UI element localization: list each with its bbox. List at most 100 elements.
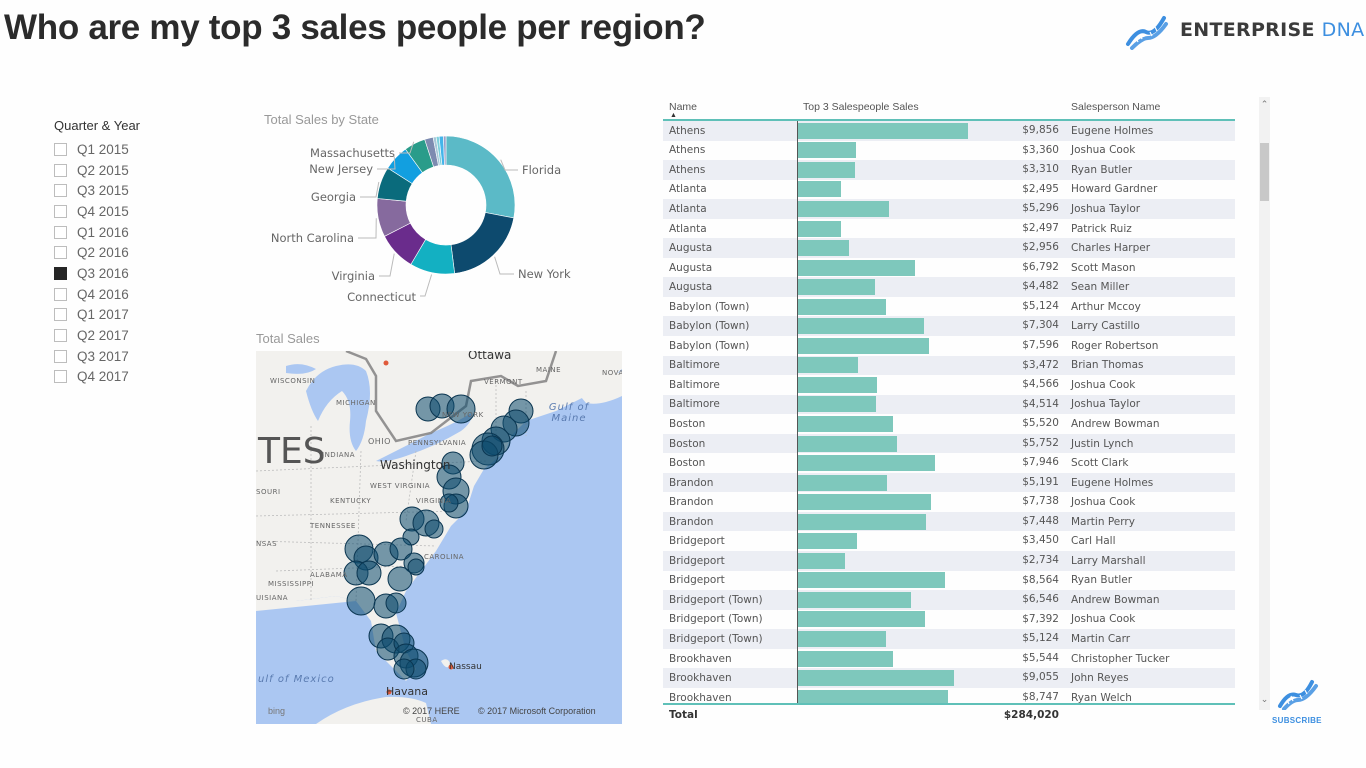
column-header-sales[interactable]: Top 3 Salespeople Sales [797, 97, 1065, 119]
column-header-salesperson[interactable]: Salesperson Name [1065, 97, 1235, 119]
sales-bar [798, 240, 849, 257]
slicer-item[interactable]: Q3 2016 [54, 263, 140, 284]
cell-salesperson: Carl Hall [1071, 535, 1116, 548]
table-row[interactable]: Atlanta $2,495 Howard Gardner [663, 179, 1235, 200]
slicer-item[interactable]: Q2 2016 [54, 242, 140, 263]
checkbox[interactable] [54, 142, 67, 156]
cell-sales: $9,055 [797, 668, 1065, 688]
cell-sales: $5,296 [797, 199, 1065, 219]
table-row[interactable]: Baltimore $3,472 Brian Thomas [663, 355, 1235, 376]
checkbox[interactable] [54, 266, 67, 280]
table-row[interactable]: Boston $5,520 Andrew Bowman [663, 414, 1235, 434]
table-row[interactable]: Babylon (Town) $7,304 Larry Castillo [663, 316, 1235, 337]
checkbox[interactable] [54, 370, 67, 384]
cell-name: Baltimore [669, 359, 720, 372]
cell-name: Brandon [669, 515, 714, 528]
table-row[interactable]: Athens $9,856 Eugene Holmes [663, 121, 1235, 141]
sales-bubble[interactable] [407, 558, 425, 576]
scroll-down-button[interactable]: ⌄ [1259, 694, 1270, 708]
cell-salesperson: Scott Mason [1071, 261, 1136, 274]
total-value: $284,020 [1003, 709, 1059, 721]
table-row[interactable]: Babylon (Town) $5,124 Arthur Mccoy [663, 296, 1235, 317]
total-sales-by-state-donut[interactable]: Florida New York Connecticut Virginia North … [250, 130, 590, 310]
table-scrollbar[interactable]: ⌃ ⌄ [1259, 97, 1270, 710]
checkbox[interactable] [54, 287, 67, 301]
table-row[interactable]: Baltimore $4,514 Joshua Taylor [663, 394, 1235, 415]
checkbox[interactable] [54, 204, 67, 218]
table-row[interactable]: Babylon (Town) $7,596 Roger Robertson [663, 336, 1235, 356]
map-label-tennessee: TENNESSEE [310, 522, 356, 530]
table-row[interactable]: Brandon $7,448 Martin Perry [663, 511, 1235, 532]
sales-bubble[interactable] [385, 592, 407, 614]
table-row[interactable]: Boston $7,946 Scott Clark [663, 453, 1235, 473]
slicer-item[interactable]: Q3 2015 [54, 180, 140, 201]
table-row[interactable]: Baltimore $4,566 Joshua Cook [663, 375, 1235, 395]
sales-value: $2,495 [1022, 182, 1059, 195]
donut-slice-florida[interactable] [445, 135, 516, 219]
slicer-item[interactable]: Q4 2017 [54, 367, 140, 388]
scroll-up-button[interactable]: ⌃ [1259, 99, 1270, 113]
table-row[interactable]: Augusta $2,956 Charles Harper [663, 238, 1235, 258]
sales-bubble[interactable] [393, 658, 415, 680]
table-row[interactable]: Brookhaven $8,747 Ryan Welch [663, 687, 1235, 703]
table-row[interactable]: Boston $5,752 Justin Lynch [663, 433, 1235, 454]
checkbox[interactable] [54, 349, 67, 363]
sales-value: $7,946 [1022, 456, 1059, 469]
total-sales-map[interactable]: Ottawa Washington Nassau Havana TES WISC… [256, 351, 622, 724]
slicer-item[interactable]: Q4 2016 [54, 284, 140, 305]
map-label-ottawa: Ottawa [468, 351, 512, 362]
cell-sales: $7,596 [797, 336, 1065, 356]
cell-sales: $5,124 [797, 629, 1065, 649]
table-row[interactable]: Brandon $7,738 Joshua Cook [663, 492, 1235, 512]
table-row[interactable]: Bridgeport $3,450 Carl Hall [663, 531, 1235, 552]
subscribe-button[interactable]: SUBSCRIBE [1272, 676, 1322, 725]
donut-slice-new-york[interactable] [450, 212, 515, 274]
cell-sales: $8,564 [797, 570, 1065, 591]
slicer-item[interactable]: Q4 2015 [54, 201, 140, 222]
table-row[interactable]: Atlanta $5,296 Joshua Taylor [663, 199, 1235, 219]
sales-bubble[interactable] [481, 435, 503, 457]
checkbox[interactable] [54, 246, 67, 260]
sales-value: $4,482 [1022, 280, 1059, 293]
table-row[interactable]: Brookhaven $9,055 John Reyes [663, 668, 1235, 688]
slicer-item[interactable]: Q3 2017 [54, 346, 140, 367]
sales-bar [798, 337, 929, 354]
column-header-name[interactable]: Name [663, 97, 797, 119]
table-row[interactable]: Bridgeport (Town) $6,546 Andrew Bowman [663, 590, 1235, 610]
checkbox[interactable] [54, 184, 67, 198]
cell-name: Brookhaven [669, 652, 732, 665]
sales-value: $2,734 [1022, 554, 1059, 567]
table-row[interactable]: Augusta $6,792 Scott Mason [663, 257, 1235, 278]
table-row[interactable]: Brandon $5,191 Eugene Holmes [663, 472, 1235, 493]
sales-bubble[interactable] [356, 560, 382, 586]
sales-bubble[interactable] [346, 586, 376, 616]
checkbox[interactable] [54, 163, 67, 177]
cell-sales: $3,450 [797, 531, 1065, 552]
table-row[interactable]: Brookhaven $5,544 Christopher Tucker [663, 648, 1235, 669]
table-row[interactable]: Bridgeport $8,564 Ryan Butler [663, 570, 1235, 591]
slicer-item[interactable]: Q1 2016 [54, 222, 140, 243]
slicer-item-label: Q1 2017 [77, 307, 129, 323]
scroll-thumb[interactable] [1260, 143, 1269, 201]
checkbox[interactable] [54, 308, 67, 322]
map-label-carolina: CAROLINA [424, 553, 465, 561]
table-row[interactable]: Atlanta $2,497 Patrick Ruiz [663, 218, 1235, 239]
cell-sales: $2,956 [797, 238, 1065, 258]
table-row[interactable]: Bridgeport (Town) $5,124 Martin Carr [663, 629, 1235, 649]
slicer-item[interactable]: Q1 2015 [54, 139, 140, 160]
checkbox[interactable] [54, 329, 67, 343]
slicer-item[interactable]: Q1 2017 [54, 305, 140, 326]
cell-sales: $7,392 [797, 609, 1065, 630]
table-row[interactable]: Augusta $4,482 Sean Miller [663, 277, 1235, 297]
cell-salesperson: Larry Castillo [1071, 320, 1140, 333]
sales-bubble[interactable] [424, 519, 444, 539]
slicer-item[interactable]: Q2 2015 [54, 160, 140, 181]
table-row[interactable]: Bridgeport $2,734 Larry Marshall [663, 551, 1235, 571]
donut-label: Connecticut [347, 290, 416, 304]
slicer-item[interactable]: Q2 2017 [54, 325, 140, 346]
table-row[interactable]: Athens $3,360 Joshua Cook [663, 140, 1235, 161]
checkbox[interactable] [54, 225, 67, 239]
cell-name: Augusta [669, 281, 713, 294]
table-row[interactable]: Athens $3,310 Ryan Butler [663, 160, 1235, 180]
table-row[interactable]: Bridgeport (Town) $7,392 Joshua Cook [663, 609, 1235, 630]
